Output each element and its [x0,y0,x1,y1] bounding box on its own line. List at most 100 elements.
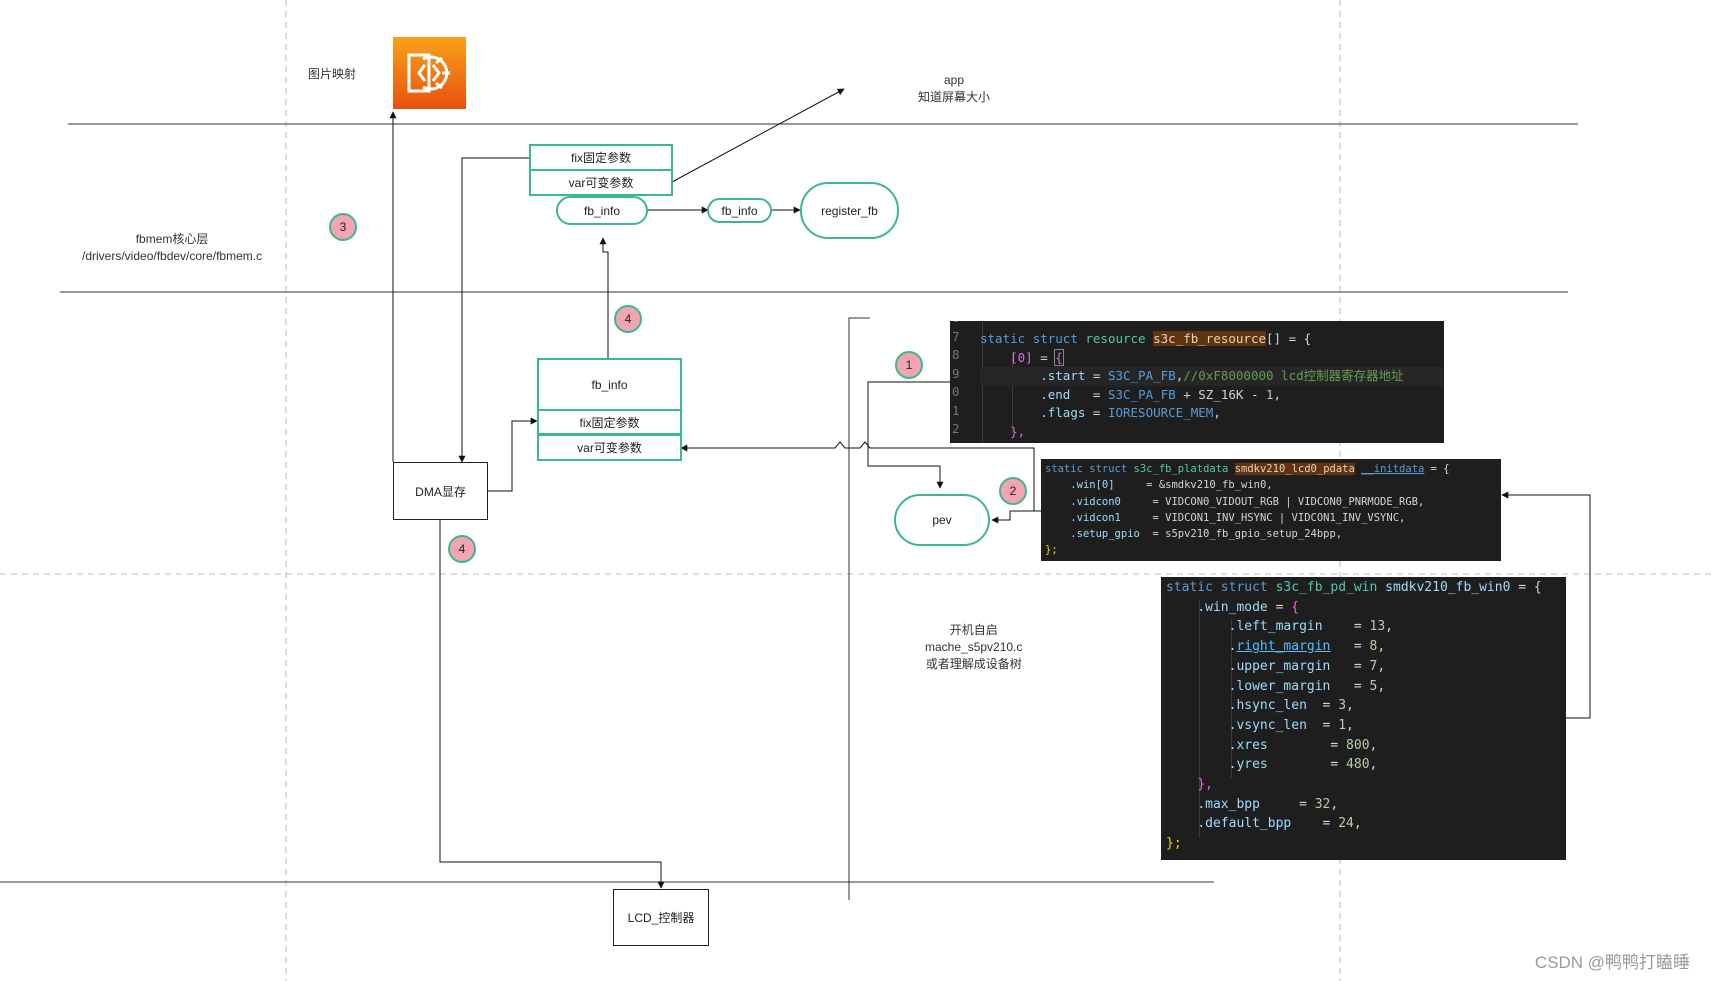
code-token: .default_bpp [1197,816,1292,832]
code-token: .hsync_len [1228,698,1307,714]
fbmem-layer-label: fbmem核心层 /drivers/video/fbdev/core/fbmem… [82,231,262,265]
code-token: , [1273,386,1282,402]
step-4-top-label: 4 [624,312,632,326]
code-token: = [1291,816,1339,832]
code-token: = [1070,386,1108,402]
step-2-label: 2 [1009,484,1017,498]
code-token: .flags [1040,405,1086,420]
code-token: [] = { [1266,331,1312,346]
step-4-bottom-label: 4 [458,542,466,556]
dma-memory-node: DMA显存 [393,462,488,520]
fb-info-top: fb_info [556,196,648,225]
app-label-line2: 知道屏幕大小 [918,90,991,104]
lcd-controller-node: LCD_控制器 [613,889,709,946]
boot-label-line1: 开机自启 [949,623,998,637]
code-token: = [1267,757,1347,773]
code-token: .vsync_len [1228,717,1307,733]
app-label: app 知道屏幕大小 [918,72,990,106]
var-params-mid: var可变参数 [537,434,682,461]
fix-params-mid-label: fix固定参数 [579,415,640,430]
fbmem-label-line2: /drivers/video/fbdev/core/fbmem.c [82,249,263,263]
watermark: CSDN @鸭鸭打瞌睡 [1534,953,1690,972]
code-token: .vidcon0 [1070,495,1121,508]
code-line: .end = S3C_PA_FB + SZ_16K - 1, [980,386,1444,405]
gutter-line: 1 [952,402,960,418]
step-1-circle: 1 [895,351,923,379]
code-token: }, [1197,777,1213,793]
code-token: }, [1010,423,1026,439]
pev-label: pev [932,513,952,527]
arrow-dma-to-fixmid [487,417,538,492]
code-line: static struct resource s3c_fb_resource[]… [980,330,1444,349]
code-line: .yres = 480, [1166,755,1566,775]
gutter-line: 6 [952,321,960,328]
code-token: static [980,331,1026,346]
step-1-label: 1 [905,358,913,372]
code-token: , [1385,619,1393,635]
code-line: .right_margin = 8, [1166,637,1566,657]
code-token: 3 [1338,698,1347,714]
code-line: .setup_gpio = s5pv210_fb_gpio_setup_24bp… [1045,526,1501,542]
code-token: , [1346,717,1354,733]
pev-node: pev [894,494,990,546]
step-4-circle-top: 4 [614,305,642,333]
code-token: smdkv210_lcd0_pdata [1234,463,1355,475]
boot-label: 开机自启 mache_s5pv210.c 或者理解成设备树 [925,622,1022,673]
code-token: .win_mode [1197,599,1268,615]
code-gutter: 6 7 8 9 0 1 2 [952,321,960,439]
gutter-line: 9 [952,365,960,381]
code-token: = [1085,368,1108,383]
code-token: , [1330,796,1339,812]
code-token: struct [1032,331,1078,346]
code-token: static [1045,463,1083,475]
code-token: .max_bpp [1197,796,1260,812]
bracket-driver [848,317,870,900]
arrow-var-to-app [671,88,845,183]
code-token: = VIDCON0_VIDOUT_RGB | VIDCON0_PNRMODE_R… [1120,495,1425,508]
code-token: 32 [1314,796,1331,812]
gutter-line: 0 [952,384,960,399]
code-token: = VIDCON1_INV_HSYNC | VIDCON1_INV_VSYNC, [1120,511,1406,524]
image-mapping-icon [393,37,466,109]
code-token: static [1166,580,1213,595]
code-line: }; [1045,542,1501,558]
step-3-circle: 3 [329,213,357,241]
var-params-top-label: var可变参数 [568,176,634,190]
gutter-line: 2 [952,421,960,436]
fix-params-mid: fix固定参数 [537,409,682,435]
gutter-line: 7 [952,328,960,344]
code-token: = [1306,717,1339,733]
step-2-circle: 2 [999,477,1027,505]
code-token: .lower_margin [1228,678,1331,694]
arrow-pdata-to-pev [991,510,1041,524]
code-token: = { [1510,580,1542,595]
code-token: .vidcon1 [1070,511,1121,524]
code-token: = [1267,599,1292,615]
code-line: .max_bpp = 32, [1166,795,1566,815]
code-gear-icon [407,53,450,93]
code-token: = { [1424,463,1450,475]
code-token: //0xF8000000 lcd控制器寄存器地址 [1183,368,1404,383]
code-token: = &smdkv210_fb_win0, [1114,479,1273,492]
code-token: struct [1220,580,1268,595]
code-line: static struct s3c_fb_pd_win smdkv210_fb_… [1166,578,1566,598]
code-token: , [1213,405,1221,420]
app-label-line1: app [943,73,965,87]
code-token: , [1346,698,1354,714]
code-token: , [1369,757,1378,773]
code-token: [0] [1010,349,1033,365]
register-fb-label: register_fb [821,203,878,218]
code-token: , [1353,816,1362,832]
arrow-fbinfo-mid-to-top [599,237,609,358]
fb-info-small-label: fb_info [721,203,758,218]
gutter-line: 8 [952,347,960,362]
step-3-label: 3 [339,220,347,234]
fix-params-top-label: fix固定参数 [570,151,631,165]
arrow-dma-to-fix [458,157,530,463]
code-token: = [1330,639,1370,655]
code-token: }; [1045,544,1058,557]
boot-label-line2: mache_s5pv210.c [925,640,1023,654]
code-line: .vidcon1 = VIDCON1_INV_HSYNC | VIDCON1_I… [1045,510,1501,526]
lcd-controller-label: LCD_控制器 [627,911,695,925]
dma-memory-label: DMA显存 [415,484,466,499]
